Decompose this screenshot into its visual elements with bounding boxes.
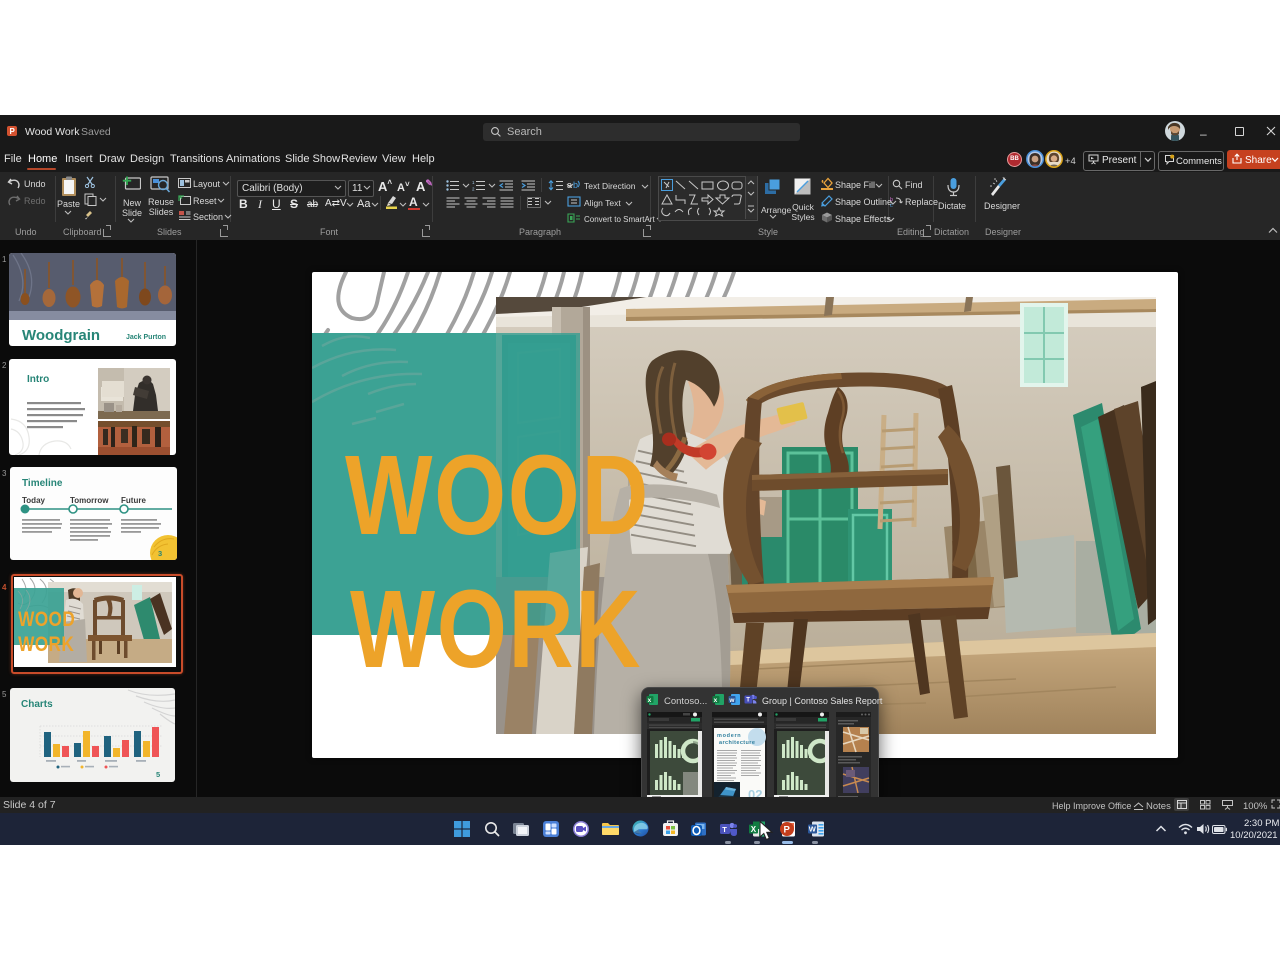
svg-text:WOOD: WOOD bbox=[345, 431, 650, 558]
svg-text:architecture: architecture bbox=[719, 740, 755, 746]
svg-text:x: x bbox=[714, 697, 718, 704]
svg-text:1: 1 bbox=[472, 180, 475, 185]
svg-text:WOOD: WOOD bbox=[18, 609, 75, 632]
svg-text:Today: Today bbox=[22, 496, 46, 505]
svg-text:w: w bbox=[728, 697, 735, 704]
svg-text:W: W bbox=[809, 825, 817, 834]
svg-text:Future: Future bbox=[121, 496, 146, 505]
svg-text:X: X bbox=[751, 825, 757, 834]
svg-text:2: 2 bbox=[472, 187, 475, 192]
svg-text:Woodgrain: Woodgrain bbox=[22, 327, 100, 344]
svg-text:5: 5 bbox=[156, 770, 160, 779]
svg-text:Jack Purton: Jack Purton bbox=[126, 334, 166, 341]
svg-text:WORK: WORK bbox=[350, 569, 642, 691]
svg-text:P: P bbox=[784, 825, 791, 836]
svg-text:Charts: Charts bbox=[21, 699, 53, 710]
svg-text:T: T bbox=[746, 698, 750, 704]
svg-text:x: x bbox=[648, 697, 652, 704]
svg-text:c: c bbox=[890, 203, 893, 207]
svg-text:WORK: WORK bbox=[18, 634, 74, 657]
svg-text:T: T bbox=[722, 825, 727, 834]
svg-text:3: 3 bbox=[158, 549, 162, 558]
svg-text:Tomorrow: Tomorrow bbox=[70, 496, 109, 505]
svg-text:a: a bbox=[567, 180, 572, 190]
svg-text:Timeline: Timeline bbox=[22, 478, 63, 489]
svg-text:b: b bbox=[573, 180, 578, 190]
svg-text:Intro: Intro bbox=[27, 374, 49, 385]
svg-text:modern: modern bbox=[717, 733, 741, 739]
